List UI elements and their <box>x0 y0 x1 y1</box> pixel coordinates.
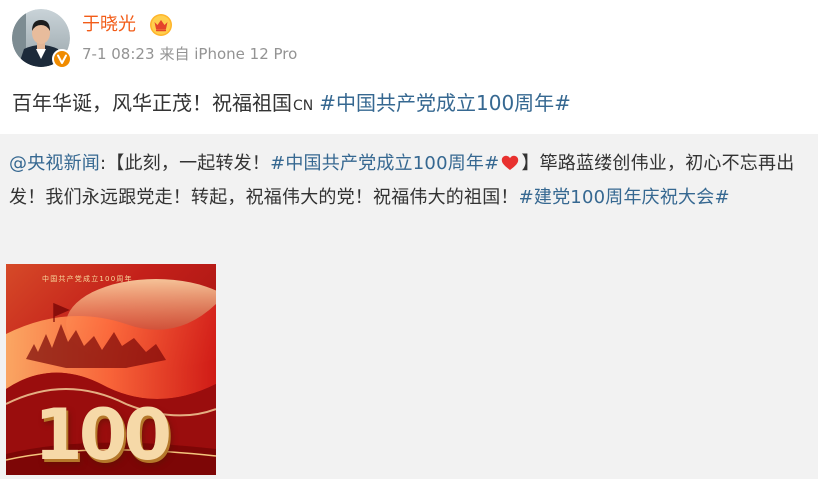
retweet-topic-link-1[interactable]: #中国共产党成立100周年# <box>270 153 499 174</box>
retweet-topic-link-2[interactable]: #建党100周年庆祝大会# <box>519 187 730 208</box>
topic-link[interactable]: #中国共产党成立100周年# <box>319 91 571 115</box>
post-content: 百年华诞，风华正茂！祝福祖国CN #中国共产党成立100周年# <box>12 87 571 122</box>
post-timestamp[interactable]: 7-1 08:23 <box>82 45 155 63</box>
retweet-text-part1: 【此刻，一起转发！ <box>106 153 271 174</box>
cn-flag-mark: CN <box>293 98 314 114</box>
avatar-container[interactable] <box>12 9 72 69</box>
crown-icon[interactable] <box>149 13 173 37</box>
red-heart-icon <box>502 155 519 170</box>
mention-link[interactable]: @央视新闻 <box>9 153 100 174</box>
verified-v-icon <box>52 49 72 69</box>
retweet-text: @央视新闻:【此刻，一起转发！#中国共产党成立100周年# 】筚路蓝缕创伟业，初… <box>9 147 809 215</box>
retweet-card[interactable]: @央视新闻:【此刻，一起转发！#中国共产党成立100周年# 】筚路蓝缕创伟业，初… <box>0 134 818 479</box>
poster-number: 100 <box>34 394 172 475</box>
poster-caption: 中国共产党成立100周年 <box>42 275 133 283</box>
retweet-image[interactable]: 中国共产党成立100周年 100 <box>6 264 216 475</box>
post-meta: 7-1 08:23 来自 iPhone 12 Pro <box>82 44 302 64</box>
weibo-post: 于晓光 7-1 08:23 来自 iPhone 12 Pro 百年华诞，风华正茂！… <box>0 0 818 479</box>
username-link[interactable]: 于晓光 <box>82 13 136 37</box>
post-text: 百年华诞，风华正茂！祝福祖国 <box>12 91 292 115</box>
post-source: 来自 iPhone 12 Pro <box>159 45 298 63</box>
